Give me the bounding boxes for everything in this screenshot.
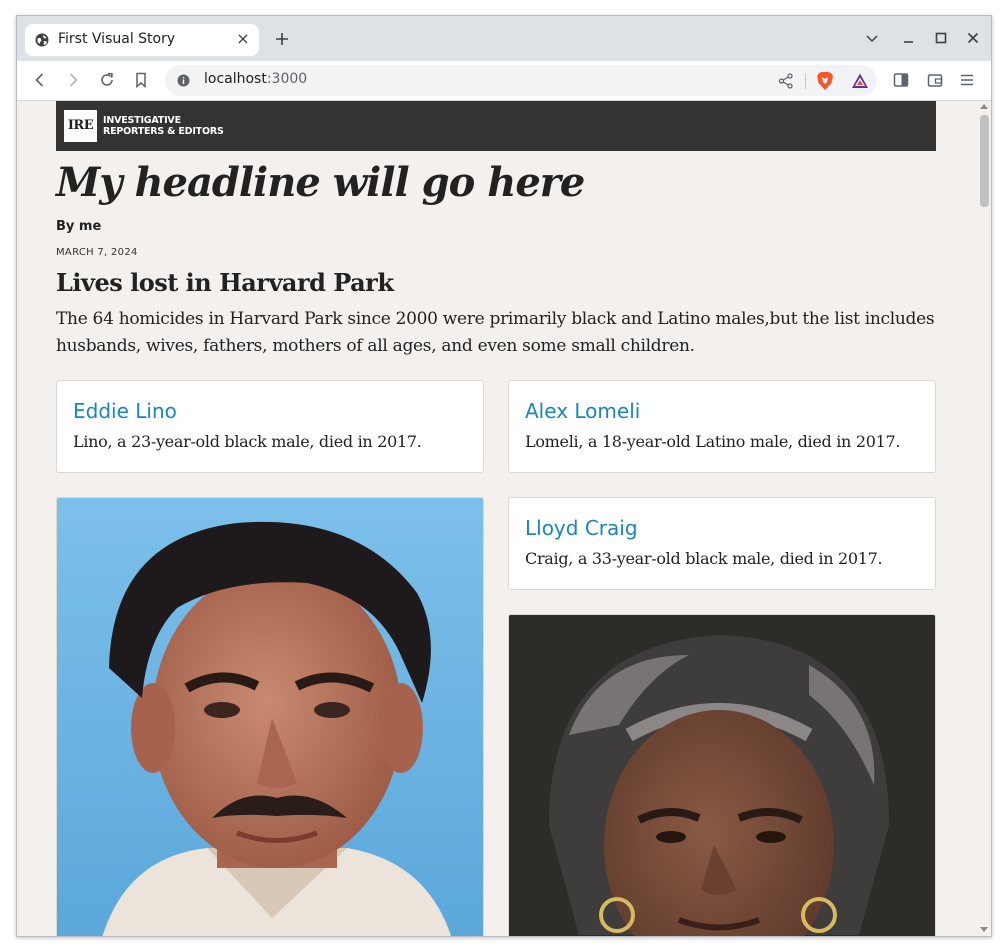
ire-logo-text[interactable]: INVESTIGATIVE REPORTERS & EDITORS	[103, 115, 224, 137]
omnibox-divider	[805, 73, 806, 89]
ire-header-bar: IRE INVESTIGATIVE REPORTERS & EDITORS	[56, 101, 936, 151]
victim-portrait-photo	[509, 615, 935, 936]
victim-description: Craig, a 33-year-old black male, died in…	[525, 549, 883, 568]
victim-name-link[interactable]: Lloyd Craig	[525, 516, 638, 540]
browser-window: First Visual Story × localhost:3000 IRE …	[16, 15, 992, 937]
ire-logo-mark[interactable]: IRE	[64, 110, 97, 142]
byline: By me	[56, 219, 102, 234]
intro-paragraph: The 64 homicides in Harvard Park since 2…	[56, 309, 935, 356]
brave-shields-icon[interactable]	[816, 71, 834, 91]
ire-logo-line1: INVESTIGATIVE	[103, 115, 181, 126]
menu-icon[interactable]	[957, 70, 977, 90]
tab-close-icon[interactable]: ×	[234, 30, 252, 48]
back-icon[interactable]	[30, 70, 50, 90]
victim-card: Alex Lomeli Lomeli, a 18-year-old Latino…	[508, 380, 936, 473]
url-host: localhost	[204, 71, 267, 87]
victim-card: Lloyd Craig Craig, a 33-year-old black m…	[508, 497, 936, 590]
bookmark-icon[interactable]	[131, 70, 151, 90]
url-text[interactable]: localhost:3000	[204, 71, 307, 87]
minimize-icon[interactable]	[899, 28, 919, 48]
sidebar-icon[interactable]	[891, 70, 911, 90]
tab-title: First Visual Story	[58, 31, 176, 47]
tab-search-icon[interactable]	[862, 28, 882, 48]
maximize-icon[interactable]	[931, 28, 951, 48]
brave-rewards-icon[interactable]	[851, 72, 869, 90]
reload-icon[interactable]	[97, 70, 117, 90]
victim-name-link[interactable]: Eddie Lino	[73, 399, 177, 423]
tab-first-visual-story[interactable]: First Visual Story ×	[25, 24, 259, 56]
info-icon[interactable]	[177, 74, 190, 87]
url-port: :3000	[266, 71, 308, 87]
close-icon[interactable]	[963, 28, 983, 48]
victim-photo-card	[56, 497, 484, 936]
victim-portrait-photo	[57, 498, 483, 936]
globe-icon	[35, 33, 49, 47]
tab-strip: First Visual Story ×	[17, 16, 991, 61]
victim-photo-card	[508, 614, 936, 936]
share-icon[interactable]	[777, 72, 795, 90]
ire-logo-line2: REPORTERS & EDITORS	[103, 126, 224, 137]
page-scrollbar[interactable]	[977, 101, 991, 936]
page-viewport: IRE INVESTIGATIVE REPORTERS & EDITORS My…	[17, 101, 991, 936]
section-title: Lives lost in Harvard Park	[56, 268, 394, 297]
page-headline: My headline will go here	[56, 159, 585, 206]
scroll-down-arrow-icon[interactable]	[980, 927, 988, 932]
scroll-up-arrow-icon[interactable]	[980, 104, 988, 109]
victim-description: Lomeli, a 18-year-old Latino male, died …	[525, 432, 901, 451]
wallet-icon[interactable]	[925, 70, 945, 90]
victim-name-link[interactable]: Alex Lomeli	[525, 399, 640, 423]
browser-toolbar: localhost:3000	[17, 61, 991, 101]
victim-card: Eddie Lino Lino, a 23-year-old black mal…	[56, 380, 484, 473]
scrollbar-thumb[interactable]	[980, 115, 989, 207]
victim-description: Lino, a 23-year-old black male, died in …	[73, 432, 422, 451]
address-bar[interactable]: localhost:3000	[165, 65, 877, 96]
publish-date: MARCH 7, 2024	[56, 247, 138, 258]
plus-icon[interactable]	[272, 29, 292, 49]
forward-icon[interactable]	[63, 70, 83, 90]
